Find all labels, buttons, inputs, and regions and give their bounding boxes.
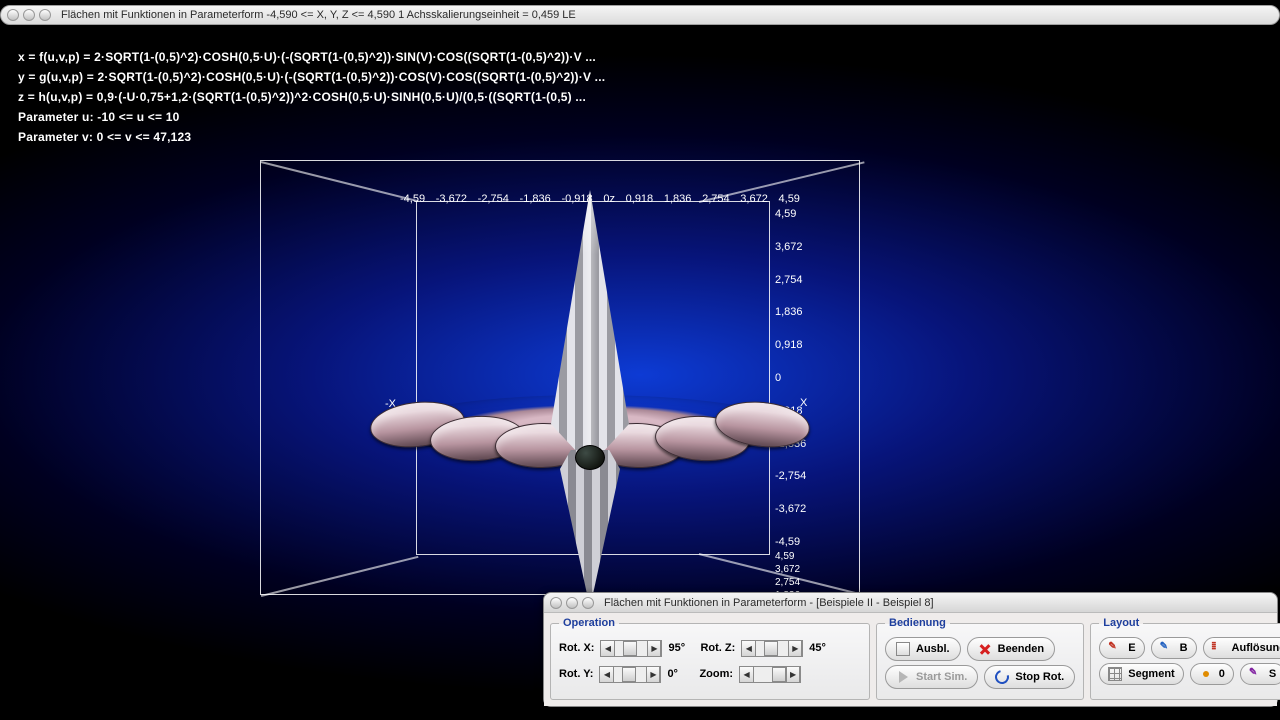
arrow-left-icon[interactable]: ◀	[601, 641, 615, 656]
legend-bedienung: Bedienung	[885, 617, 950, 629]
s-icon: ✎	[1249, 667, 1263, 681]
axis-top-ticks: -4,59-3,672 -2,754-1,836 -0,9180z 0,9181…	[400, 193, 800, 205]
main-title-bar: Flächen mit Funktionen in Parameterform …	[0, 5, 1280, 25]
s-button[interactable]: ✎ S	[1240, 663, 1280, 685]
window-dot[interactable]	[39, 9, 51, 21]
slider-zoom[interactable]: ◀ ▶	[739, 666, 801, 683]
label-rot-z: Rot. Z:	[700, 642, 735, 654]
close-icon	[978, 642, 992, 656]
label-zoom: Zoom:	[699, 668, 733, 680]
bounding-box-wireframe	[260, 160, 860, 595]
o-button[interactable]: 0	[1190, 663, 1234, 685]
window-dot[interactable]	[566, 597, 578, 609]
legend-operation: Operation	[559, 617, 619, 629]
parameter-v: Parameter v: 0 <= v <= 47,123	[18, 127, 605, 147]
parameter-u: Parameter u: -10 <= u <= 10	[18, 107, 605, 127]
panel-bedienung: Bedienung Ausbl. Beenden Start Sim.	[876, 617, 1084, 700]
arrow-right-icon[interactable]: ▶	[788, 641, 802, 656]
arrow-right-icon[interactable]: ▶	[647, 641, 661, 656]
slider-rot-z[interactable]: ◀ ▶	[741, 640, 803, 657]
stop-rot-button[interactable]: Stop Rot.	[984, 665, 1075, 689]
window-dot[interactable]	[582, 597, 594, 609]
window-dot[interactable]	[550, 597, 562, 609]
formula-block: x = f(u,v,p) = 2·SQRT(1-(0,5)^2)·COSH(0,…	[18, 47, 605, 147]
arrow-left-icon[interactable]: ◀	[600, 667, 614, 682]
grid-icon	[1108, 667, 1122, 681]
arrow-right-icon[interactable]: ▶	[646, 667, 660, 682]
main-window-title: Flächen mit Funktionen in Parameterform …	[61, 9, 576, 21]
slider-rot-y[interactable]: ◀ ▶	[599, 666, 661, 683]
beenden-button[interactable]: Beenden	[967, 637, 1055, 661]
e-icon: ✎	[1108, 641, 1122, 655]
slider-rot-x[interactable]: ◀ ▶	[600, 640, 662, 657]
cycle-icon	[993, 667, 1012, 686]
play-icon	[896, 670, 910, 684]
arrow-right-icon[interactable]: ▶	[786, 667, 800, 682]
formula-x: x = f(u,v,p) = 2·SQRT(1-(0,5)^2)·COSH(0,…	[18, 47, 605, 67]
aufloesung-button[interactable]: ⦙⦙⦙ Auflösung	[1203, 637, 1280, 659]
origin-icon	[1199, 667, 1213, 681]
label-rot-y: Rot. Y:	[559, 668, 593, 680]
control-window: Flächen mit Funktionen in Parameterform …	[543, 592, 1278, 707]
axis-right-ticks: 4,593,672 2,7541,836 0,9180 0,918-1,836 …	[775, 208, 806, 548]
value-rot-y: 0°	[667, 668, 693, 680]
arrow-left-icon[interactable]: ◀	[740, 667, 754, 682]
panel-operation: Operation Rot. X: ◀ ▶ 95° Rot. Z: ◀ ▶	[550, 617, 870, 700]
control-title-bar[interactable]: Flächen mit Funktionen in Parameterform …	[544, 593, 1277, 613]
ausbl-button[interactable]: Ausbl.	[885, 637, 961, 661]
e-button[interactable]: ✎ E	[1099, 637, 1144, 659]
arrow-left-icon[interactable]: ◀	[742, 641, 756, 656]
b-button[interactable]: ✎ B	[1151, 637, 1197, 659]
value-rot-x: 95°	[668, 642, 694, 654]
b-icon: ✎	[1160, 641, 1174, 655]
label-rot-x: Rot. X:	[559, 642, 594, 654]
control-window-title: Flächen mit Funktionen in Parameterform …	[604, 597, 934, 609]
window-dot[interactable]	[23, 9, 35, 21]
segment-button[interactable]: Segment	[1099, 663, 1183, 685]
legend-layout: Layout	[1099, 617, 1143, 629]
axis-label-pos-x: X	[800, 397, 807, 409]
value-rot-z: 45°	[809, 642, 835, 654]
panel-layout: Layout ✎ E ✎ B ⦙⦙⦙ Auflösung	[1090, 617, 1280, 700]
axis-label-neg-x: -X	[385, 398, 396, 410]
resolution-icon: ⦙⦙⦙	[1212, 641, 1226, 655]
window-dot[interactable]	[7, 9, 19, 21]
formula-z: z = h(u,v,p) = 0,9·(-U·0,75+1,2·(SQRT(1-…	[18, 87, 605, 107]
document-icon	[896, 642, 910, 656]
formula-y: y = g(u,v,p) = 2·SQRT(1-(0,5)^2)·COSH(0,…	[18, 67, 605, 87]
start-sim-button[interactable]: Start Sim.	[885, 665, 978, 689]
